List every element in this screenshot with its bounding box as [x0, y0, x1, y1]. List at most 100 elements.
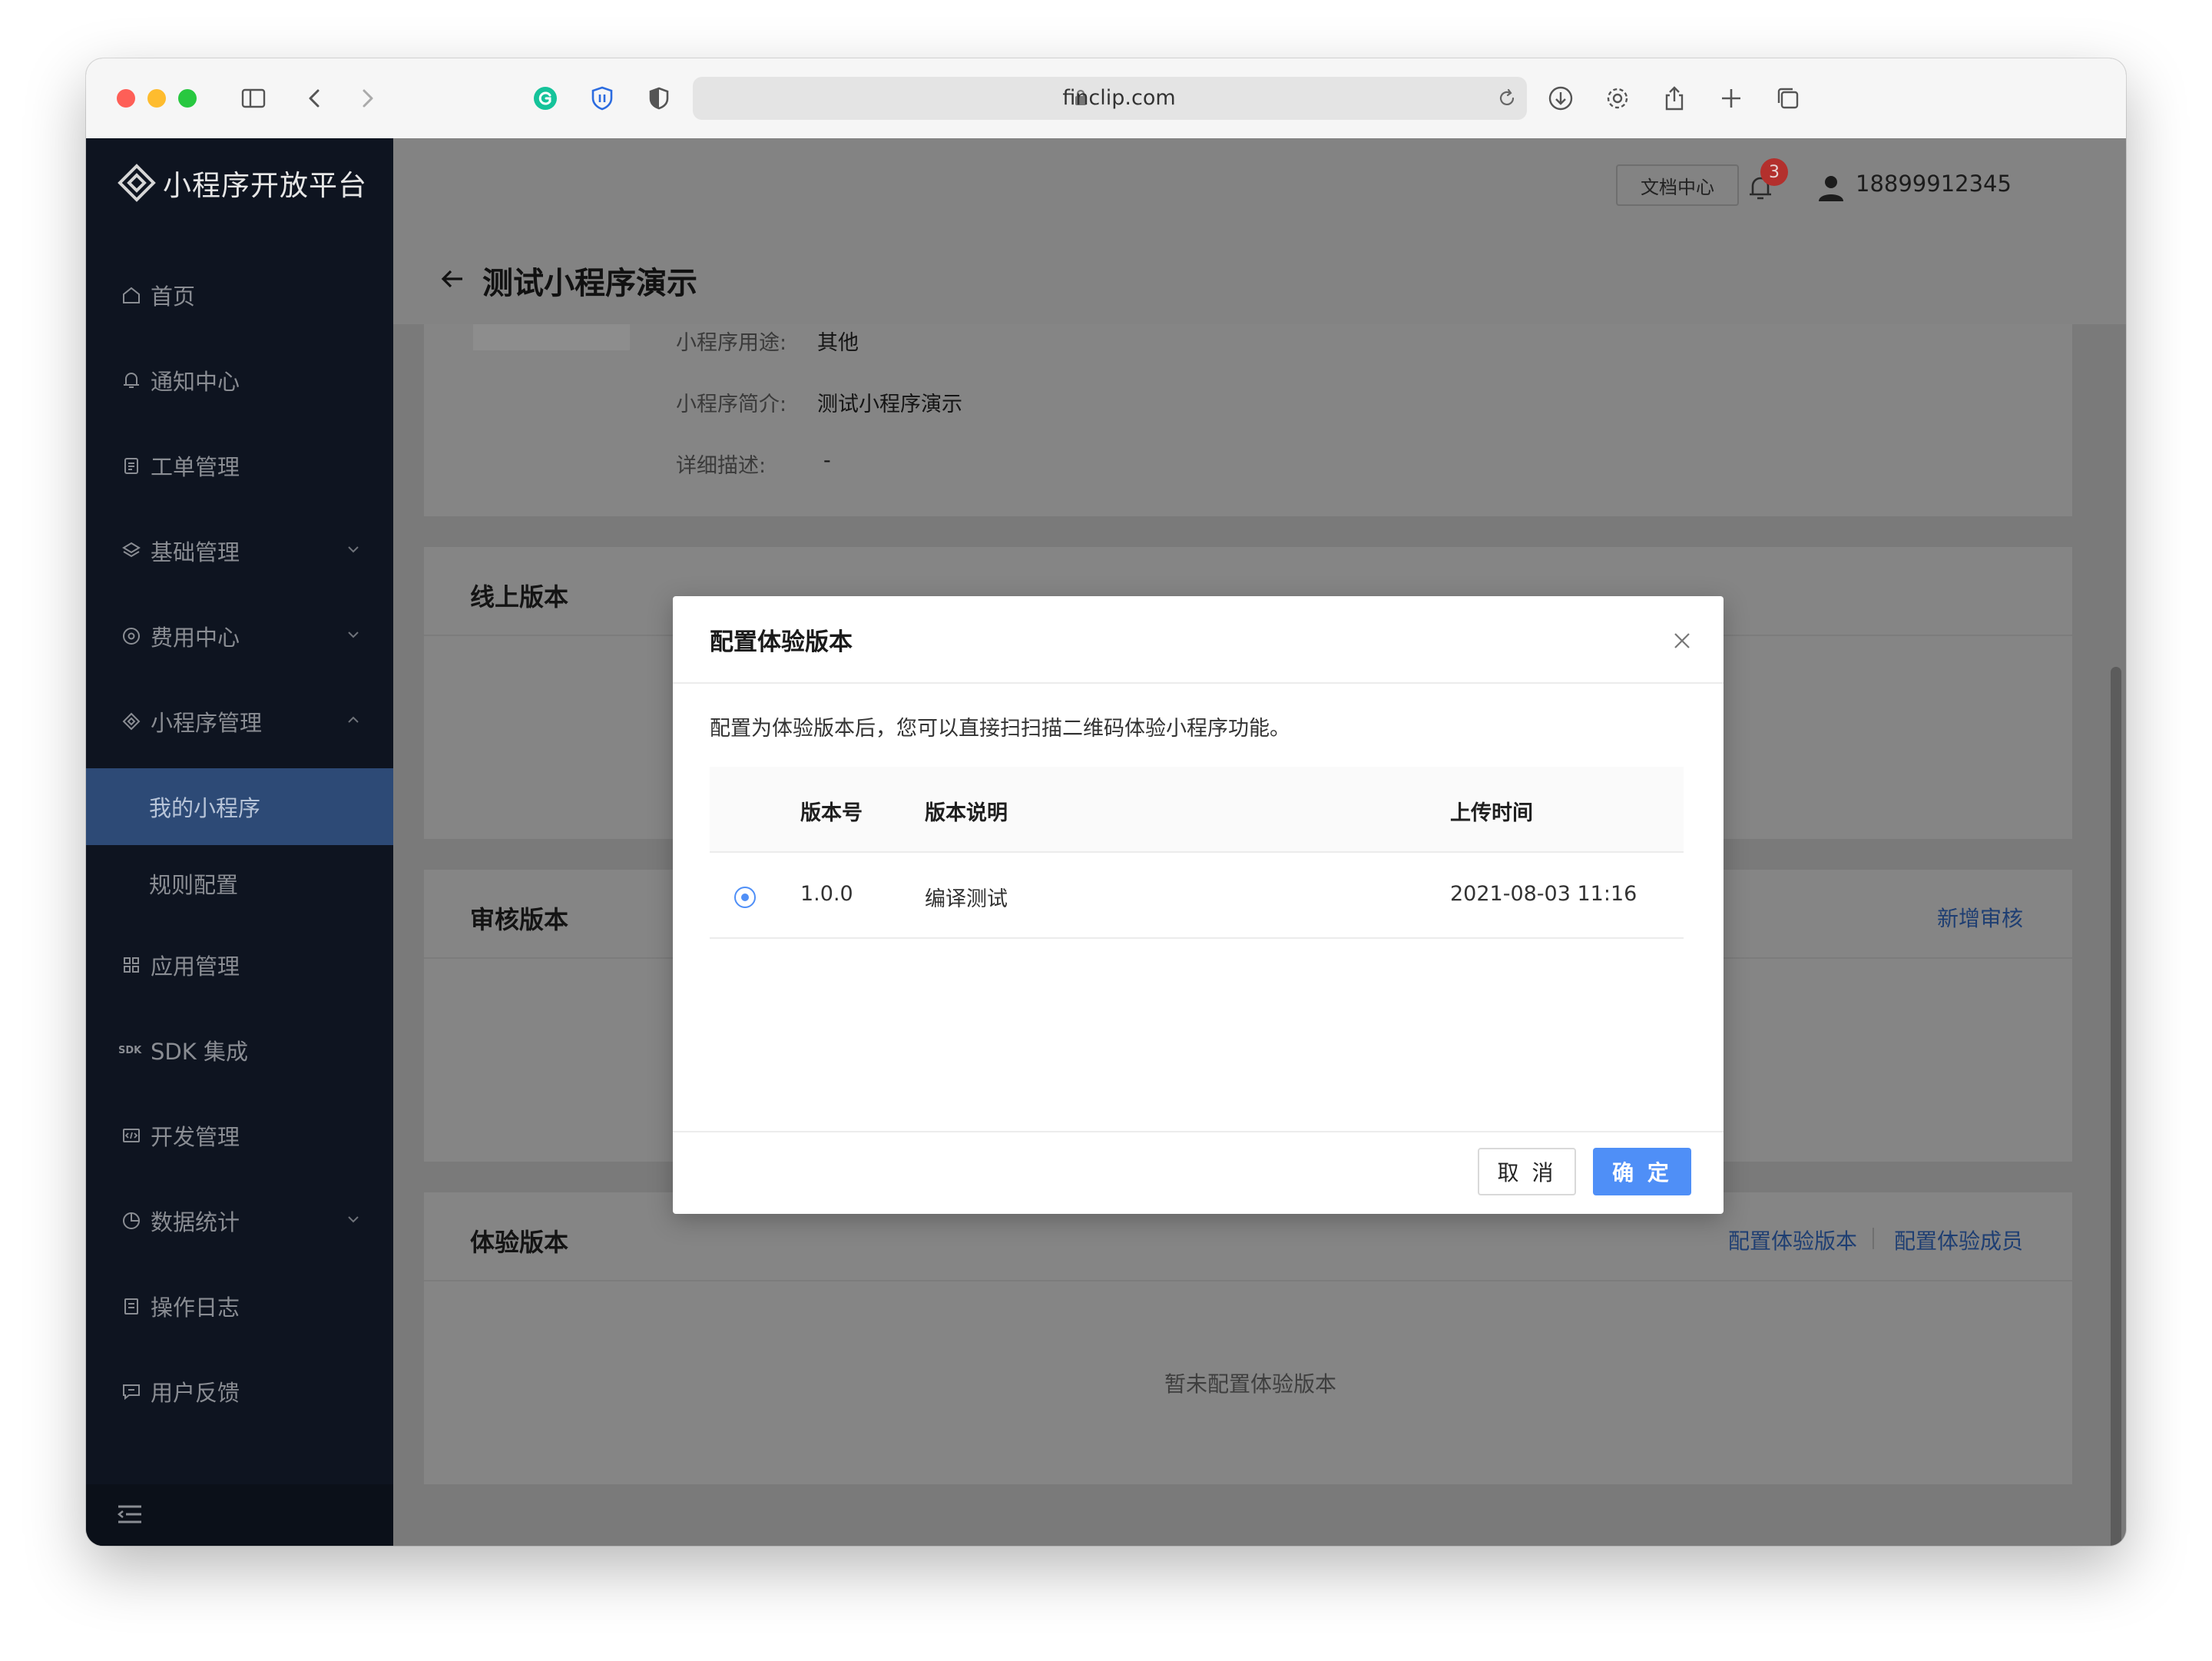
- sidebar-item-my-miniprograms[interactable]: 我的小程序: [86, 768, 393, 845]
- layers-icon: [120, 539, 143, 562]
- sidebar-item-sdk[interactable]: SDK SDK 集成: [86, 1012, 393, 1089]
- minimize-window-button[interactable]: [147, 89, 166, 108]
- chevron-down-icon: [348, 632, 359, 638]
- close-window-button[interactable]: [117, 89, 135, 108]
- log-icon: [120, 1295, 143, 1318]
- detail-value: -: [823, 449, 831, 472]
- notification-badge: 3: [1760, 158, 1788, 186]
- sidebar-item-feedback[interactable]: 用户反馈: [86, 1353, 393, 1430]
- sidebar-item-billing[interactable]: 费用中心: [86, 598, 393, 675]
- privacy-extension-icon[interactable]: [642, 81, 676, 115]
- sidebar-item-label: 应用管理: [151, 953, 240, 980]
- version-radio-selected[interactable]: [734, 887, 756, 908]
- detail-label: 详细描述:: [676, 454, 767, 478]
- sidebar-item-app-management[interactable]: 应用管理: [86, 927, 393, 1003]
- cell-note: 编译测试: [925, 887, 1008, 911]
- sidebar-item-notifications[interactable]: 通知中心: [86, 342, 393, 419]
- sidebar-item-label: 操作日志: [151, 1295, 240, 1321]
- config-trial-members-link[interactable]: 配置体验成员: [1894, 1225, 2023, 1255]
- sidebar-item-label: 费用中心: [151, 625, 240, 651]
- back-arrow-icon[interactable]: [439, 266, 465, 292]
- app-icon-placeholder: [473, 324, 630, 350]
- page-scrollbar[interactable]: [2111, 667, 2121, 1546]
- diamond-logo-icon: [118, 164, 156, 202]
- table-row[interactable]: 1.0.0 编译测试 2021-08-03 11:16: [710, 853, 1684, 939]
- config-trial-version-link[interactable]: 配置体验版本: [1728, 1225, 1857, 1255]
- back-icon[interactable]: [298, 81, 332, 115]
- cell-version: 1.0.0: [800, 882, 853, 906]
- user-avatar-icon[interactable]: [1816, 172, 1846, 203]
- cancel-button[interactable]: 取 消: [1478, 1148, 1576, 1195]
- close-icon[interactable]: [1671, 630, 1693, 651]
- sidebar-item-label: 小程序管理: [151, 710, 263, 736]
- sidebar-item-label: SDK 集成: [151, 1039, 248, 1065]
- review-section-title: 审核版本: [470, 905, 569, 934]
- sidebar-item-statistics[interactable]: 数据统计: [86, 1182, 393, 1259]
- pie-icon: [120, 1209, 143, 1232]
- config-trial-version-dialog: 配置体验版本 配置为体验版本后，您可以直接扫扫描二维码体验小程序功能。 版本号 …: [673, 596, 1724, 1214]
- sdk-icon: SDK: [118, 1044, 142, 1056]
- link-divider: [1873, 1228, 1874, 1249]
- sidebar-item-label: 开发管理: [151, 1124, 240, 1150]
- download-icon[interactable]: [1544, 81, 1578, 115]
- logo[interactable]: 小程序开放平台: [115, 158, 367, 207]
- column-header-upload-time: 上传时间: [1450, 801, 1533, 825]
- column-header-version: 版本号: [800, 801, 863, 825]
- bell-icon: [120, 369, 143, 392]
- sidebar-item-label: 首页: [151, 283, 196, 310]
- chevron-down-icon: [348, 546, 359, 553]
- intro-value: 测试小程序演示: [817, 393, 962, 416]
- add-review-link[interactable]: 新增审核: [1937, 902, 2023, 933]
- home-icon: [120, 283, 143, 307]
- share-icon[interactable]: [1657, 81, 1691, 115]
- online-section-title: 线上版本: [470, 582, 569, 612]
- menu-collapse-icon[interactable]: [117, 1503, 143, 1526]
- forward-icon[interactable]: [350, 81, 384, 115]
- tab-overview-icon[interactable]: [1771, 81, 1805, 115]
- column-header-note: 版本说明: [925, 801, 1008, 825]
- chevron-up-icon: [348, 716, 359, 723]
- sidebar-toggle-icon[interactable]: [237, 81, 270, 115]
- sidebar-item-tickets[interactable]: 工单管理: [86, 427, 393, 504]
- sidebar-item-basic-management[interactable]: 基础管理: [86, 512, 393, 589]
- code-icon: [120, 1124, 143, 1147]
- cell-upload-time: 2021-08-03 11:16: [1450, 882, 1637, 906]
- gear-icon[interactable]: [1601, 81, 1634, 115]
- trial-section-title: 体验版本: [470, 1228, 569, 1257]
- sidebar-item-home[interactable]: 首页: [86, 257, 393, 333]
- grid-icon: [120, 953, 143, 976]
- sidebar-item-label: 我的小程序: [149, 795, 261, 821]
- sidebar-item-label: 基础管理: [151, 539, 240, 565]
- sidebar-item-operation-log[interactable]: 操作日志: [86, 1268, 393, 1344]
- sidebar-item-dev-management[interactable]: 开发管理: [86, 1097, 393, 1174]
- purpose-label: 小程序用途:: [676, 331, 787, 355]
- sidebar-item-rule-config[interactable]: 规则配置: [86, 845, 393, 922]
- zoom-window-button[interactable]: [178, 89, 197, 108]
- username[interactable]: 18899912345: [1856, 171, 2012, 197]
- dialog-footer-divider: [673, 1131, 1724, 1132]
- dialog-title: 配置体验版本: [710, 628, 853, 656]
- grammarly-extension-icon[interactable]: [528, 81, 562, 115]
- confirm-button[interactable]: 确 定: [1593, 1148, 1691, 1195]
- sidebar-item-label: 规则配置: [149, 872, 239, 898]
- browser-toolbar: finclip.com: [86, 58, 2126, 139]
- chevron-down-icon: [348, 1216, 359, 1223]
- browser-window: finclip.com 小程序开放平台 首页 通知中心 工单管理 基础管理 费用…: [86, 58, 2126, 1546]
- sidebar-item-miniprogram-management[interactable]: 小程序管理: [86, 683, 393, 760]
- doc-center-button[interactable]: 文档中心: [1616, 164, 1739, 206]
- table-header: 版本号 版本说明 上传时间: [710, 767, 1684, 853]
- url-text: finclip.com: [1062, 86, 1176, 110]
- sidebar-collapse-bar: [86, 1484, 393, 1546]
- clipboard-icon: [120, 454, 143, 477]
- shield-extension-icon[interactable]: [585, 81, 619, 115]
- logo-text: 小程序开放平台: [163, 169, 367, 202]
- trial-version-card: 体验版本 配置体验版本 配置体验成员 暂未配置体验版本: [424, 1192, 2072, 1484]
- new-tab-icon[interactable]: [1714, 81, 1748, 115]
- purpose-value: 其他: [817, 331, 859, 355]
- diamond-icon: [120, 710, 143, 733]
- basic-info-card: 小程序用途: 其他 小程序简介: 测试小程序演示 详细描述: -: [424, 324, 2072, 516]
- reload-icon[interactable]: [1496, 88, 1518, 109]
- coin-icon: [120, 625, 143, 648]
- address-bar[interactable]: finclip.com: [693, 77, 1527, 120]
- dialog-divider: [673, 682, 1724, 684]
